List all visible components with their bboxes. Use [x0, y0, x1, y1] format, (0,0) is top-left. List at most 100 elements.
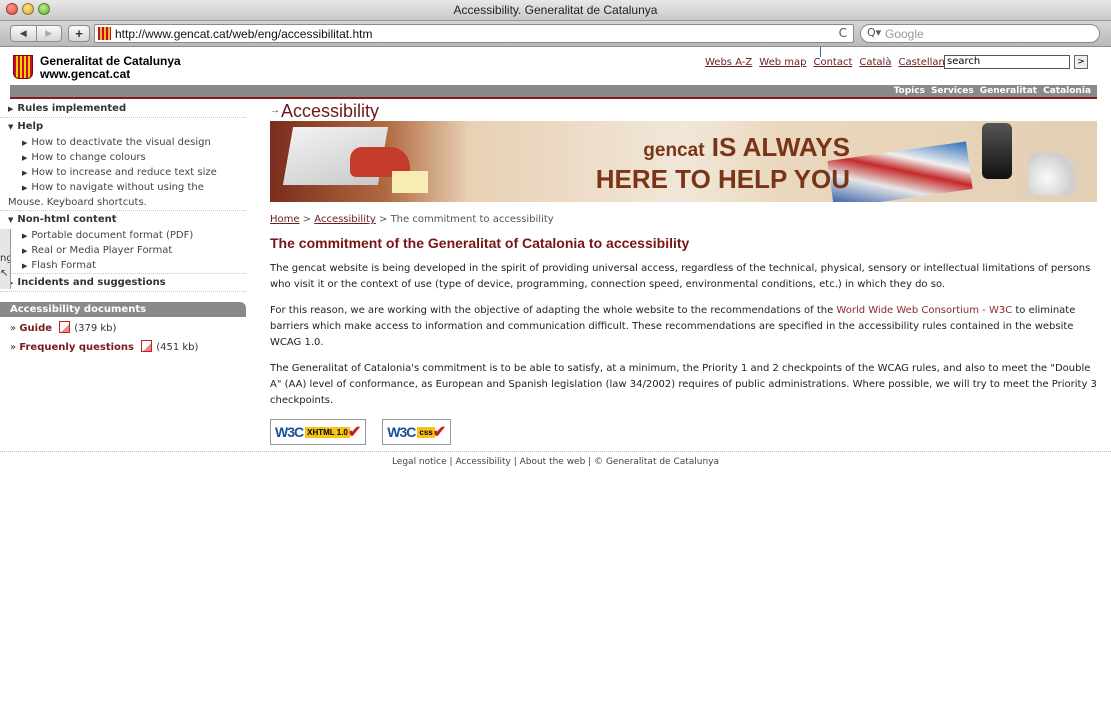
address-bar[interactable]: http://www.gencat.cat/web/eng/accessibil…: [94, 24, 854, 43]
doc-faq-link[interactable]: Frequenly questions: [19, 342, 134, 353]
web-page: Generalitat de Catalunya www.gencat.cat …: [0, 47, 1111, 707]
sidebar-subitem[interactable]: ▶ How to change colours: [0, 150, 246, 165]
caret-right-icon: ▶: [22, 169, 28, 177]
section-heading: The commitment of the Generalitat of Cat…: [270, 235, 690, 251]
overlay-window-fragment: ng ↖: [0, 229, 11, 289]
breadcrumb-current: The commitment to accessibility: [390, 214, 554, 225]
arrow-icon: →: [270, 105, 280, 116]
caret-right-icon: ▶: [8, 105, 14, 113]
caret-right-icon: ▶: [22, 232, 28, 240]
utility-links: Webs A-Z Web map Contact Català Castella…: [705, 57, 951, 68]
site-search-button[interactable]: >: [1074, 55, 1088, 69]
pdf-icon: [141, 340, 153, 352]
w3c-logo: W3C: [275, 424, 304, 440]
breadcrumb-accessibility[interactable]: Accessibility: [314, 214, 376, 225]
stones-image: [1028, 153, 1090, 195]
bullet-icon: »: [10, 323, 17, 334]
cursor-icon: ↖: [0, 268, 9, 279]
footer-about-link[interactable]: About the web: [520, 457, 586, 467]
sidebar-subitem[interactable]: ▶ How to navigate without using the: [0, 180, 246, 195]
breadcrumb: Home > Accessibility > The commitment to…: [270, 214, 554, 225]
notepad-image: [392, 171, 428, 193]
banner-slogan: gencat IS ALWAYS HERE TO HELP YOU: [450, 133, 850, 193]
link-web-map[interactable]: Web map: [759, 57, 806, 68]
doc-guide-row: » Guide (379 kb): [0, 317, 246, 336]
doc-guide-link[interactable]: Guide: [19, 323, 52, 334]
breadcrumb-home[interactable]: Home: [270, 214, 300, 225]
xhtml-tag: XHTML 1.0: [305, 426, 350, 438]
add-bookmark-button[interactable]: +: [68, 25, 90, 42]
banner-line2: HERE TO HELP YOU: [595, 164, 850, 194]
sidebar-subitem-cont[interactable]: Mouse. Keyboard shortcuts.: [0, 195, 246, 210]
site-search-input[interactable]: search: [944, 55, 1070, 69]
link-catala[interactable]: Català: [859, 57, 891, 68]
w3c-css-badge[interactable]: W3C css ✔: [382, 419, 452, 445]
nav-generalitat[interactable]: Generalitat: [980, 85, 1037, 97]
accessibility-documents-box: Accessibility documents » Guide (379 kb)…: [0, 302, 246, 355]
overlay-fragment-text: ng: [0, 253, 10, 264]
validation-badges: W3C XHTML 1.0 ✔ W3C css ✔: [270, 419, 1100, 445]
link-webs-az[interactable]: Webs A-Z: [705, 57, 752, 68]
window-titlebar: Accessibility. Generalitat de Catalunya: [0, 0, 1111, 21]
back-button[interactable]: ◀: [11, 26, 36, 41]
sidebar-section-nonhtml: ▼ Non-html content ▶ Portable document for…: [0, 211, 246, 274]
caret-down-icon: ▼: [8, 216, 14, 224]
main-nav-bar: Topics Services Generalitat Catalonia: [10, 85, 1097, 97]
address-bar-url[interactable]: http://www.gencat.cat/web/eng/accessibil…: [115, 27, 372, 41]
sidebar-item-incidents[interactable]: ▶Incidents and suggestions: [0, 274, 246, 291]
caret-right-icon: ▶: [22, 154, 28, 162]
promo-banner[interactable]: gencat IS ALWAYS HERE TO HELP YOU: [270, 121, 1097, 202]
header-divider: [10, 97, 1097, 99]
link-contact[interactable]: Contact: [813, 57, 852, 68]
w3c-logo: W3C: [387, 424, 416, 440]
bullet-icon: »: [10, 342, 17, 353]
paragraph-3: The Generalitat of Catalonia's commitmen…: [270, 363, 1097, 406]
caret-right-icon: ▶: [22, 262, 28, 270]
forward-button[interactable]: ▶: [35, 26, 62, 41]
sidebar-subitem[interactable]: ▶ Portable document format (PDF): [0, 228, 246, 243]
sidebar-section-rules: ▶ Rules implemented: [0, 100, 246, 118]
page-title: →Accessibility: [270, 101, 380, 121]
caret-right-icon: ▶: [22, 184, 28, 192]
org-url: www.gencat.cat: [40, 67, 131, 81]
doc-faq-row: » Frequenly questions (451 kb): [0, 336, 246, 355]
sidebar-section-help: ▼ Help ▶ How to deactivate the visual desi…: [0, 118, 246, 211]
sidebar-subitem[interactable]: ▶ Real or Media Player Format: [0, 243, 246, 258]
caret-down-icon: ▼: [8, 123, 14, 131]
footer: Legal notice | Accessibility | About the…: [391, 457, 720, 467]
sidebar-subitem[interactable]: ▶ How to increase and reduce text size: [0, 165, 246, 180]
site-favicon-icon: [98, 27, 111, 40]
footer-copyright: © Generalitat de Catalunya: [594, 457, 720, 467]
site-header: Generalitat de Catalunya www.gencat.cat …: [0, 47, 1111, 85]
sidebar-subitem[interactable]: ▶ How to deactivate the visual design: [0, 135, 246, 150]
sidebar-section-incidents: ▶Incidents and suggestions: [0, 274, 246, 292]
phone-image: [982, 123, 1012, 179]
nav-services[interactable]: Services: [931, 85, 974, 97]
footer-accessibility-link[interactable]: Accessibility: [455, 457, 510, 467]
checkmark-icon: ✔: [432, 424, 447, 441]
nav-catalonia[interactable]: Catalonia: [1043, 85, 1091, 97]
catalonia-shield-icon[interactable]: [13, 55, 33, 79]
doc-guide-size: (379 kb): [74, 323, 117, 334]
nav-topics[interactable]: Topics: [894, 85, 925, 97]
browser-search-field[interactable]: Q▾ Google: [860, 24, 1100, 43]
sidebar-item-rules[interactable]: ▶ Rules implemented: [0, 100, 246, 117]
sidebar-subitem[interactable]: ▶ Flash Format: [0, 258, 246, 273]
search-icon: Q▾: [867, 26, 882, 39]
paragraph-2: For this reason, we are working with the…: [270, 305, 1076, 348]
caret-right-icon: ▶: [22, 139, 28, 147]
banner-line1: IS ALWAYS: [711, 132, 850, 162]
sidebar: ▶ Rules implemented ▼ Help ▶ How to deactiv…: [0, 100, 246, 355]
w3c-link[interactable]: World Wide Web Consortium - W3C: [836, 305, 1012, 316]
docbox-title: Accessibility documents: [0, 302, 246, 317]
sidebar-item-nonhtml[interactable]: ▼ Non-html content: [0, 211, 246, 228]
footer-legal-link[interactable]: Legal notice: [392, 457, 447, 467]
w3c-xhtml-badge[interactable]: W3C XHTML 1.0 ✔: [270, 419, 367, 445]
browser-toolbar: ◀ ▶ + http://www.gencat.cat/web/eng/acce…: [0, 21, 1111, 47]
reload-icon[interactable]: C: [839, 26, 847, 40]
sidebar-item-help[interactable]: ▼ Help: [0, 118, 246, 135]
site-logo-text[interactable]: Generalitat de Catalunya www.gencat.cat: [40, 55, 181, 81]
caret-right-icon: ▶: [22, 247, 28, 255]
history-buttons: ◀ ▶: [10, 25, 62, 42]
browser-search-placeholder: Google: [885, 27, 924, 41]
